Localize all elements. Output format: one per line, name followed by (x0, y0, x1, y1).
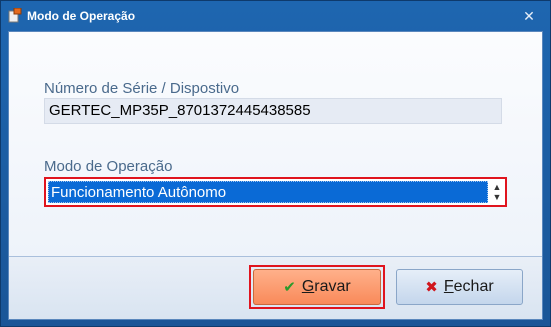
serial-label: Número de Série / Dispostivo (44, 80, 240, 97)
mode-label: Modo de Operação (44, 158, 173, 175)
close-button-label: Fechar (443, 278, 494, 295)
save-button[interactable]: ✔ Gravar (253, 269, 381, 305)
dialog-body: Número de Série / Dispostivo GERTEC_MP35… (8, 31, 543, 320)
mode-select[interactable]: Funcionamento Autônomo ▲ ▼ (44, 177, 507, 207)
close-icon[interactable]: ✕ (520, 8, 538, 24)
close-button[interactable]: ✖ Fechar (396, 269, 523, 305)
window-title: Modo de Operação (27, 9, 136, 23)
save-button-label: Gravar (301, 278, 351, 295)
checkmark-icon: ✔ (283, 279, 296, 296)
app-icon (8, 8, 22, 23)
spin-icon[interactable]: ▲ ▼ (491, 182, 503, 202)
x-icon: ✖ (425, 279, 438, 296)
serial-field: GERTEC_MP35P_8701372445438585 (44, 98, 502, 124)
form-panel: Número de Série / Dispostivo GERTEC_MP35… (9, 32, 542, 257)
dialog-window: Modo de Operação ✕ Número de Série / Dis… (0, 0, 551, 327)
title-bar[interactable]: Modo de Operação ✕ (1, 1, 550, 31)
mode-select-value[interactable]: Funcionamento Autônomo (48, 181, 488, 203)
